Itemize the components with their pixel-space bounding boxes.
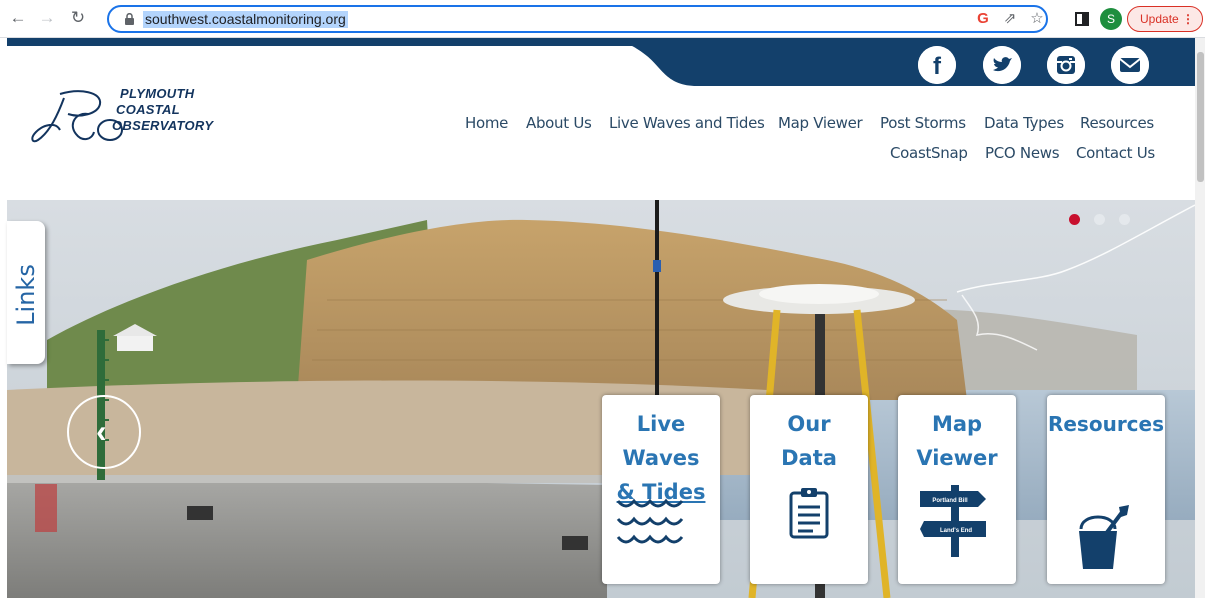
card-title: Our Data (750, 407, 868, 475)
update-button[interactable]: Update ⋮ (1127, 6, 1203, 32)
slider-dot-3[interactable] (1119, 214, 1130, 225)
card-title-line: Map (931, 412, 983, 436)
card-title: Resources (1047, 407, 1165, 441)
waves-icon (616, 498, 684, 544)
facebook-icon[interactable]: f (918, 46, 956, 84)
slider-dot-2[interactable] (1094, 214, 1105, 225)
logo-wordmark: PLYMOUTH COASTAL OBSERVATORY (112, 86, 213, 134)
card-title: Live Waves & Tides (602, 407, 720, 509)
lock-icon[interactable] (125, 13, 134, 25)
share-icon[interactable]: ⇗ (1000, 9, 1020, 29)
nav-home[interactable]: Home (465, 114, 508, 132)
back-arrow-icon[interactable]: ← (8, 8, 28, 28)
page: ← → ↻ southwest.coastalmonitoring.org G … (0, 0, 1205, 598)
links-tab-label: Links (12, 264, 40, 326)
nav-resources[interactable]: Resources (1080, 114, 1154, 132)
card-resources[interactable]: Resources (1047, 395, 1165, 584)
card-live-waves-tides[interactable]: Live Waves & Tides (602, 395, 720, 584)
hero-slider (7, 200, 1195, 598)
slider-prev-button[interactable]: ‹ (67, 395, 141, 469)
card-title-line: Waves (622, 446, 700, 470)
card-title-line: Viewer (916, 446, 998, 470)
nav-coastsnap[interactable]: CoastSnap (890, 144, 968, 162)
logo-line-1: PLYMOUTH (120, 86, 195, 101)
card-title-line: Our (787, 412, 831, 436)
sign-top-text: Portland Bill (932, 498, 968, 504)
clipboard-icon (789, 488, 829, 539)
nav-contact-us[interactable]: Contact Us (1076, 144, 1155, 162)
browser-toolbar: ← → ↻ southwest.coastalmonitoring.org G … (0, 0, 1205, 38)
google-icon[interactable]: G (973, 9, 993, 29)
card-title-line: Resources (1047, 412, 1165, 436)
nav-data-types[interactable]: Data Types (984, 114, 1064, 132)
update-label: Update (1140, 12, 1179, 26)
instagram-icon[interactable] (1047, 46, 1085, 84)
forward-arrow-icon[interactable]: → (37, 8, 57, 28)
nav-map-viewer[interactable]: Map Viewer (778, 114, 863, 132)
card-title-line: Live (636, 412, 686, 436)
nav-pco-news[interactable]: PCO News (985, 144, 1060, 162)
address-bar[interactable]: southwest.coastalmonitoring.org (107, 5, 1048, 33)
pco-monogram-icon (31, 90, 123, 143)
card-title: Map Viewer (898, 407, 1016, 475)
profile-avatar[interactable]: S (1100, 8, 1122, 30)
logo-line-3: OBSERVATORY (112, 118, 214, 133)
side-panel-icon[interactable] (1072, 9, 1092, 32)
menu-dots-icon[interactable]: ⋮ (1182, 7, 1194, 31)
card-map-viewer[interactable]: Map Viewer Portland Bill Land's End (898, 395, 1016, 584)
star-icon[interactable]: ☆ (1027, 9, 1047, 29)
pco-logo[interactable]: PLYMOUTH COASTAL OBSERVATORY (30, 84, 260, 148)
nav-about-us[interactable]: About Us (526, 114, 592, 132)
chevron-left-icon: ‹ (96, 413, 107, 449)
nav-live-waves-and-tides[interactable]: Live Waves and Tides (609, 114, 765, 132)
card-title-line: Data (781, 446, 837, 470)
reload-icon[interactable]: ↻ (68, 8, 88, 28)
card-our-data[interactable]: Our Data (750, 395, 868, 584)
nav-post-storms[interactable]: Post Storms (880, 114, 966, 132)
twitter-icon[interactable] (983, 46, 1021, 84)
logo-line-2: COASTAL (116, 102, 180, 117)
slider-dot-1[interactable] (1069, 214, 1080, 225)
svg-text:f: f (933, 53, 942, 80)
links-tab[interactable]: Links (7, 221, 45, 364)
sign-bottom-text: Land's End (940, 528, 972, 534)
hero-image (7, 200, 1195, 598)
url-text[interactable]: southwest.coastalmonitoring.org (143, 11, 348, 28)
scrollbar-thumb[interactable] (1197, 52, 1204, 182)
bucket-spade-icon (1079, 505, 1129, 569)
email-icon[interactable] (1111, 46, 1149, 84)
signpost-icon: Portland Bill Land's End (920, 485, 986, 557)
